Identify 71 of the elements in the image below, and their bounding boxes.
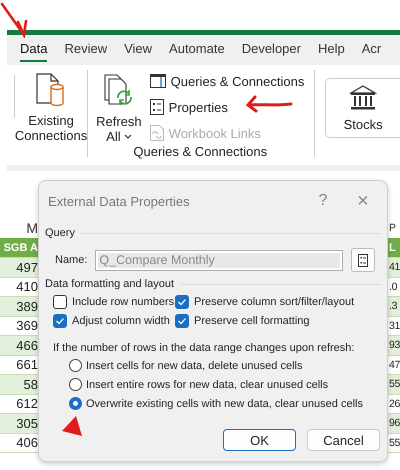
properties-button[interactable] [351,248,376,272]
table-cell-text: 612 [15,396,38,412]
table-cell-text: 661 [15,357,38,372]
bank-icon [349,84,378,110]
ribbon-tab[interactable]: Acr [362,41,382,62]
checkbox[interactable] [175,314,189,328]
table-cell: 26 [388,398,400,410]
table-cell: 47 [388,358,400,371]
table-cell: 55 [388,378,400,390]
document-link-icon [150,125,164,141]
stocks-button[interactable]: Stocks [325,78,400,138]
caret-icon [124,134,132,140]
column-header: M [25,220,38,236]
radio-button[interactable] [69,378,82,391]
table-cell-text: .0 [388,280,398,293]
properties-icon [150,99,164,115]
radio-button[interactable] [69,397,82,410]
check-icon [177,298,187,306]
checkbox[interactable] [53,295,67,309]
radio-label: Insert cells for new data, delete unused cells [86,360,302,372]
group-label: Queries & Connections [132,144,268,161]
radio-label: Overwrite existing cells with new data, clear unused cells [86,398,363,410]
table-cell-text: 410 [15,279,38,294]
table-cell: 96 [388,417,400,430]
ribbon-tab[interactable]: Review [64,41,108,62]
table-cell: 55 [388,436,400,449]
checkbox[interactable] [175,295,189,309]
table-cell-text: 305 [15,416,38,431]
ribbon-tab[interactable]: Automate [169,41,225,62]
ribbon-tab[interactable]: Data [20,41,48,62]
existing-connections-button[interactable]: Existing Connections [14,65,88,165]
table-cell-text: 497 [15,260,38,275]
table-header-cell-text: L [388,242,396,254]
section-label: Query [45,227,75,239]
checkbox-label: Include row numbers [72,296,174,308]
table-cell-text: 389 [15,298,38,314]
ribbon-tab[interactable]: Developer [242,41,301,62]
checkbox-label: Preserve column sort/filter/layout [194,296,354,308]
check-icon [55,317,65,325]
table-cell-text: .3 [388,300,398,312]
radio-button[interactable] [69,359,82,372]
ribbon-tab[interactable]: View [124,41,152,62]
dialog-button[interactable]: OK [223,429,296,451]
table-cell: 31 [388,320,400,332]
ribbon-command[interactable]: Properties [150,97,304,117]
checkbox[interactable] [53,314,67,328]
checkbox-label: Preserve cell formatting [194,315,310,327]
annotation-pointer [61,415,83,437]
dialog-title: External Data Properties [48,194,191,208]
refresh-all-button[interactable]: Refresh All [96,65,142,144]
refresh-icon [104,74,134,108]
properties-icon [358,254,368,266]
table-cell-text: 369 [15,318,38,334]
table-cell-text: 406 [15,435,38,450]
field-label: Name: [55,254,88,266]
table-cell: 41 [388,261,400,274]
annotation-arrow [245,95,293,113]
radio-label: Insert entire rows for new data, clear unused cells [86,378,328,390]
check-icon [177,317,187,325]
dialog-button[interactable]: Cancel [307,429,380,451]
checkbox-label: Adjust column width [72,315,170,327]
table-cell-text: 466 [15,338,38,353]
panel-icon [150,74,166,88]
section-label: Data formatting and layout [45,278,174,290]
ribbon-tab[interactable]: Help [318,41,345,62]
ribbon-command[interactable]: Queries & Connections [150,71,304,91]
table-cell: 93 [388,339,400,352]
column-header: P [388,222,397,234]
prompt-text: If the number of rows in the data range changes upon refresh: [53,342,356,354]
table-cell-text: 58 [22,376,38,392]
table-header-cell-text: SGB A [2,242,38,254]
